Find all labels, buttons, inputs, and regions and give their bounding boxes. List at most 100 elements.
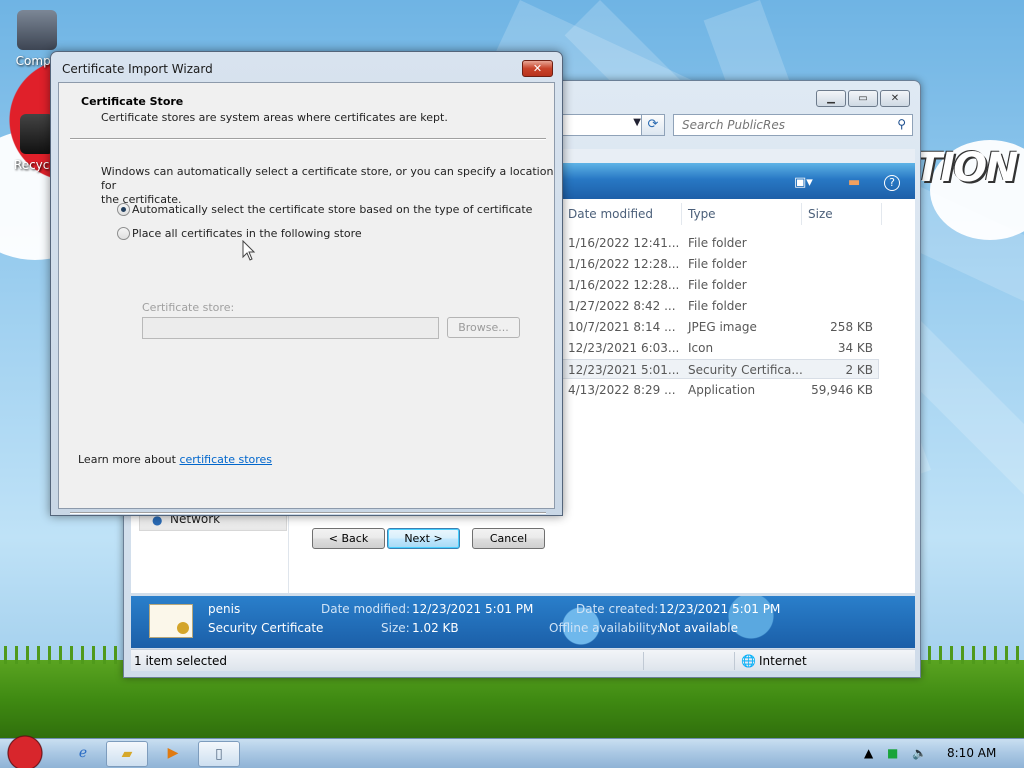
taskbar-media-player[interactable]: ▶ (154, 741, 192, 767)
maximize-icon: ▭ (858, 93, 868, 104)
file-size: 2 KB (845, 363, 873, 377)
search-icon[interactable]: ⚲ (897, 117, 906, 131)
certificate-store-field (142, 317, 439, 339)
file-row[interactable]: 1/16/2022 12:41... File folder (562, 233, 879, 253)
details-size-value: 1.02 KB (412, 621, 459, 635)
network-status-icon[interactable]: ■ (887, 746, 898, 760)
certificate-icon (149, 604, 193, 638)
media-player-icon: ▶ (167, 745, 179, 761)
file-type: Security Certifica... (688, 363, 803, 377)
file-row[interactable]: 1/27/2022 8:42 ... File folder (562, 296, 879, 316)
close-button[interactable]: ✕ (880, 90, 910, 107)
divider (70, 138, 546, 140)
file-row[interactable]: 1/16/2022 12:28... File folder (562, 275, 879, 295)
page-subtitle: Certificate stores are system areas wher… (101, 111, 448, 124)
volume-muted-icon[interactable]: 🔈 (912, 746, 927, 760)
divider (70, 512, 546, 514)
file-type: Icon (688, 341, 714, 355)
next-button[interactable]: Next > (387, 528, 460, 549)
taskbar-internet-explorer[interactable]: ℯ (66, 741, 100, 767)
close-icon: ✕ (532, 62, 543, 75)
file-row[interactable]: 4/13/2022 8:29 ... Application 59,946 KB (562, 380, 879, 400)
details-created-value: 12/23/2021 5:01 PM (659, 602, 781, 616)
start-button[interactable] (2, 733, 48, 768)
certificate-stores-link[interactable]: certificate stores (179, 453, 272, 466)
status-divider (643, 652, 644, 670)
clock[interactable]: 8:10 AM (947, 746, 996, 760)
details-size-label: Size: (381, 621, 410, 635)
details-file-name: penis (208, 602, 241, 616)
show-hidden-icons-icon[interactable]: ▲ (864, 746, 873, 760)
intro-text: Windows can automatically select a certi… (101, 165, 554, 207)
file-row[interactable]: 10/7/2021 8:14 ... JPEG image 258 KB (562, 317, 879, 337)
refresh-button[interactable]: ⟳ (641, 114, 665, 136)
window-controls: ▁ ▭ ✕ (816, 90, 910, 107)
radio-auto-label[interactable]: Automatically select the certificate sto… (132, 203, 532, 217)
file-type: File folder (688, 236, 747, 250)
details-modified-value: 12/23/2021 5:01 PM (412, 602, 534, 616)
radio-place-in-store[interactable] (117, 227, 130, 240)
internet-explorer-icon: ℯ (78, 745, 88, 761)
file-size: 258 KB (830, 320, 873, 334)
chevron-down-icon[interactable]: ▼ (633, 117, 641, 128)
preview-pane-icon[interactable]: ▬ (848, 175, 860, 190)
column-header-date-modified[interactable]: Date modified (562, 203, 682, 225)
column-header-type[interactable]: Type (682, 203, 802, 225)
mouse-pointer-icon (242, 240, 256, 261)
file-date: 12/23/2021 6:03... (568, 341, 680, 355)
details-offline-value: Not available (659, 621, 739, 635)
wallpaper-art-text: TION (915, 145, 1019, 191)
wizard-client-area: Certificate Store Certificate stores are… (58, 82, 555, 549)
details-created-label: Date created: (576, 602, 659, 616)
help-icon[interactable]: ? (884, 175, 900, 191)
computer-icon (17, 10, 57, 50)
minimize-icon: ▁ (827, 93, 835, 104)
back-button[interactable]: < Back (312, 528, 385, 549)
file-row[interactable]: 12/23/2021 6:03... Icon 34 KB (562, 338, 879, 358)
file-type: Application (688, 383, 756, 397)
taskbar-explorer[interactable]: ▰ (106, 741, 148, 767)
file-type: File folder (688, 278, 747, 292)
seal-icon (177, 622, 189, 634)
minimize-button[interactable]: ▁ (816, 90, 846, 107)
breadcrumb-strip (562, 149, 915, 163)
learn-more-text: Learn more about certificate stores (78, 453, 272, 467)
status-bar: 1 item selected 🌐 Internet (131, 649, 915, 671)
status-selection: 1 item selected (134, 654, 228, 668)
details-modified-label: Date modified: (321, 602, 411, 616)
search-box[interactable]: ⚲ (673, 114, 913, 136)
details-pane: penis Security Certificate Date modified… (131, 596, 915, 648)
page-title: Certificate Store (81, 95, 184, 108)
radio-auto-select-store[interactable] (117, 203, 130, 216)
file-date: 1/16/2022 12:28... (568, 278, 680, 292)
learn-more-prefix: Learn more about (78, 453, 180, 466)
status-divider (734, 652, 735, 670)
file-row[interactable]: 1/16/2022 12:28... File folder (562, 254, 879, 274)
browse-button: Browse... (447, 317, 520, 338)
file-type: File folder (688, 257, 747, 271)
maximize-button[interactable]: ▭ (848, 90, 878, 107)
file-date: 4/13/2022 8:29 ... (568, 383, 676, 397)
refresh-icon: ⟳ (647, 117, 659, 132)
view-options-icon[interactable]: ▣▾ (794, 175, 813, 190)
file-row-selected[interactable]: 12/23/2021 5:01... Security Certifica...… (562, 359, 879, 379)
close-icon: ✕ (890, 93, 900, 104)
taskbar: ℯ ▰ ▶ ▯ ▲ ■ 🔈 8:10 AM (0, 733, 1024, 768)
dialog-title: Certificate Import Wizard (62, 62, 213, 76)
file-date: 1/16/2022 12:41... (568, 236, 680, 250)
search-input[interactable] (674, 115, 874, 135)
taskbar-certificate-wizard[interactable]: ▯ (198, 741, 240, 767)
file-date: 1/16/2022 12:28... (568, 257, 680, 271)
file-size: 34 KB (837, 341, 873, 355)
file-date: 12/23/2021 5:01... (568, 363, 680, 377)
details-offline-label: Offline availability: (549, 621, 661, 635)
certificate-import-wizard[interactable]: Certificate Import Wizard ✕ Certificate … (50, 51, 563, 549)
radio-manual-label[interactable]: Place all certificates in the following … (132, 227, 362, 241)
file-type: File folder (688, 299, 747, 313)
cancel-button[interactable]: Cancel (472, 528, 545, 549)
address-bar[interactable]: ▼ (562, 114, 646, 136)
intro-line: Windows can automatically select a certi… (101, 165, 554, 192)
close-button[interactable]: ✕ (522, 60, 553, 77)
column-header-size[interactable]: Size (802, 203, 882, 225)
file-date: 1/27/2022 8:42 ... (568, 299, 676, 313)
